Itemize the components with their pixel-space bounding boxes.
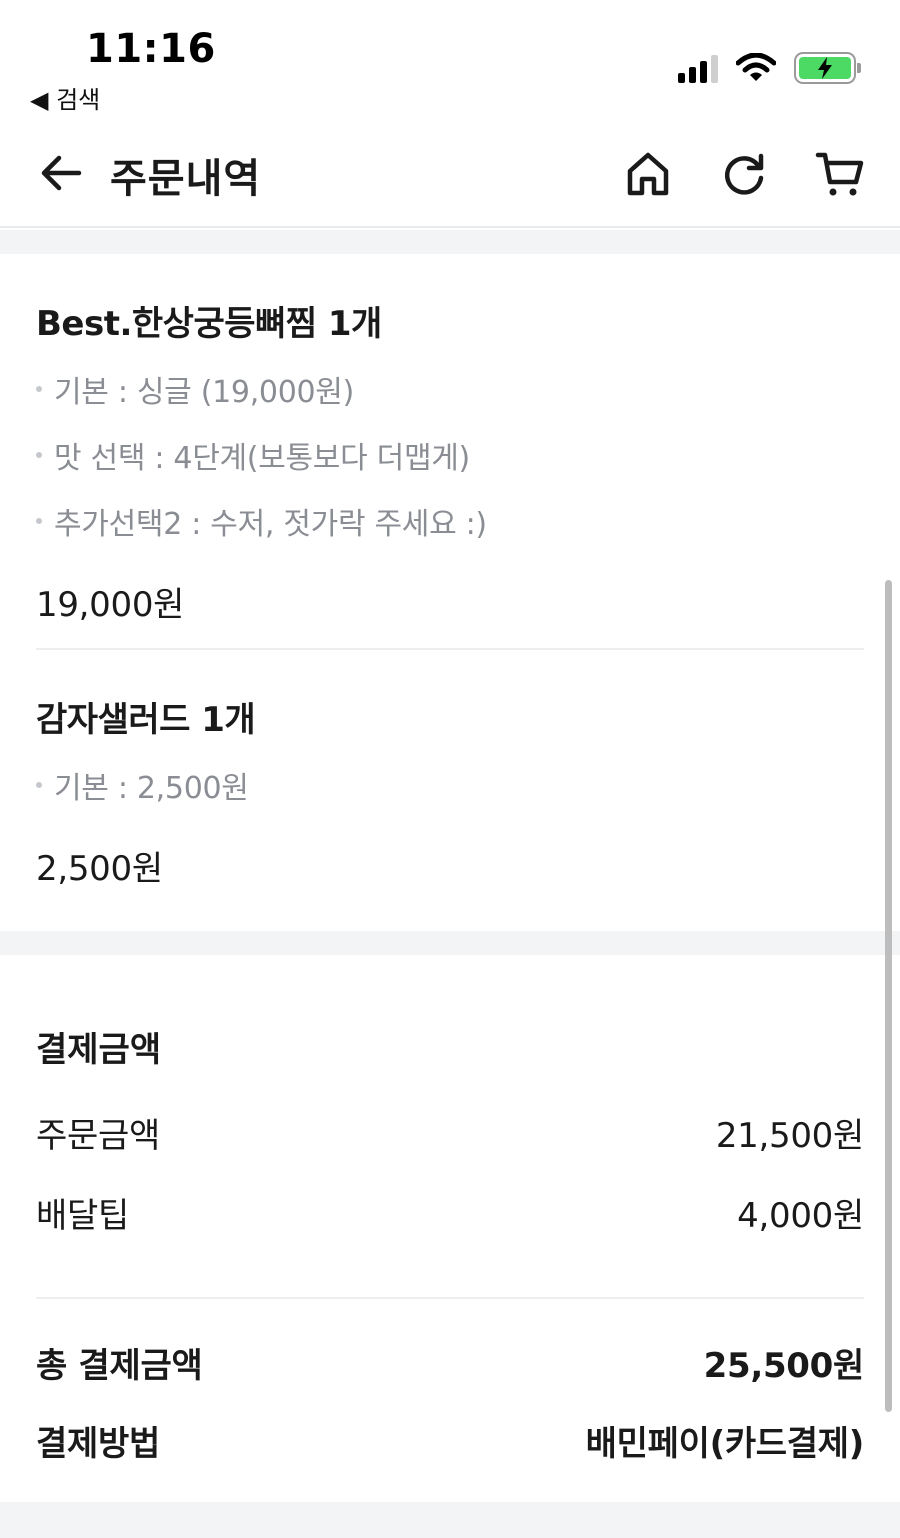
order-item-name: 감자샐러드 1개: [36, 700, 256, 740]
status-bar: 11:16 ◀ 검색: [0, 0, 900, 120]
order-item-price: 19,000원: [36, 585, 185, 625]
order-item-option: 기본 : 2,500원: [36, 763, 864, 807]
cart-icon: [815, 152, 864, 196]
order-item-option: 맛 선택 : 4단계(보통보다 더맵게): [36, 433, 864, 477]
total-value: 25,500원: [703, 1346, 865, 1386]
order-amount-value: 21,500원: [715, 1116, 864, 1156]
payment-divider: [36, 1297, 864, 1299]
refresh-icon: [724, 153, 764, 195]
wifi-icon: [736, 53, 776, 81]
order-item-name: Best.한상궁등뼈찜 1개: [36, 304, 382, 344]
order-amount-label: 주문금액: [36, 1116, 160, 1156]
home-icon: [627, 152, 669, 196]
battery-charging-icon: [794, 52, 861, 84]
status-back-link[interactable]: ◀ 검색: [30, 80, 100, 115]
payment-method-row: 결제방법 배민페이(카드결제): [36, 1416, 864, 1465]
total-label: 총 결제금액: [36, 1346, 203, 1386]
section-gap: [0, 931, 900, 955]
order-item-option: 추가선택2 : 수저, 젓가락 주세요 :): [36, 499, 864, 543]
status-icons: [678, 52, 861, 84]
delivery-tip-row: 배달팁 4,000원: [36, 1188, 864, 1237]
app-header: 주문내역: [0, 120, 900, 228]
order-items-section: Best.한상궁등뼈찜 1개 기본 : 싱글 (19,000원) 맛 선택 : …: [0, 254, 900, 930]
status-time: 11:16: [86, 26, 216, 72]
payment-method-value: 배민페이(카드결제): [585, 1424, 865, 1464]
section-gap: [0, 230, 900, 254]
order-history-screen: 11:16 ◀ 검색 주문내역 Best.한상궁등뼈찜 1개 기본: 싱글 (…: [0, 0, 900, 1538]
battery-fill: [799, 57, 851, 79]
order-item-price: 2,500원: [36, 849, 163, 889]
delivery-tip-value: 4,000원: [737, 1196, 864, 1236]
payment-title: 결제금액: [36, 1030, 162, 1070]
section-gap: [0, 1502, 900, 1538]
order-item: Best.한상궁등뼈찜 1개 기본 : 싱글 (19,000원) 맛 선택 : …: [36, 296, 864, 626]
total-row: 총 결제금액 25,500원: [36, 1338, 864, 1387]
cellular-signal-icon: [678, 53, 718, 83]
home-button[interactable]: [622, 148, 674, 200]
page-title: 주문내역: [110, 156, 262, 202]
scrollbar[interactable]: [885, 580, 892, 1412]
bolt-icon: [818, 57, 832, 79]
delivery-tip-label: 배달팁: [36, 1196, 129, 1236]
header-actions: [622, 148, 866, 200]
payment-method-label: 결제방법: [36, 1424, 160, 1464]
order-amount-row: 주문금액 21,500원: [36, 1108, 864, 1157]
cart-button[interactable]: [814, 148, 866, 200]
back-button[interactable]: [36, 148, 86, 198]
payment-section: 결제금액 주문금액 21,500원 배달팁 4,000원 총 결제금액 25,5…: [0, 956, 900, 1500]
order-item-option: 기본 : 싱글 (19,000원): [36, 367, 864, 411]
order-item: 감자샐러드 1개 기본 : 2,500원 2,500원: [36, 692, 864, 890]
item-divider: [36, 648, 864, 650]
back-arrow-icon: [41, 155, 82, 191]
refresh-button[interactable]: [718, 148, 770, 200]
